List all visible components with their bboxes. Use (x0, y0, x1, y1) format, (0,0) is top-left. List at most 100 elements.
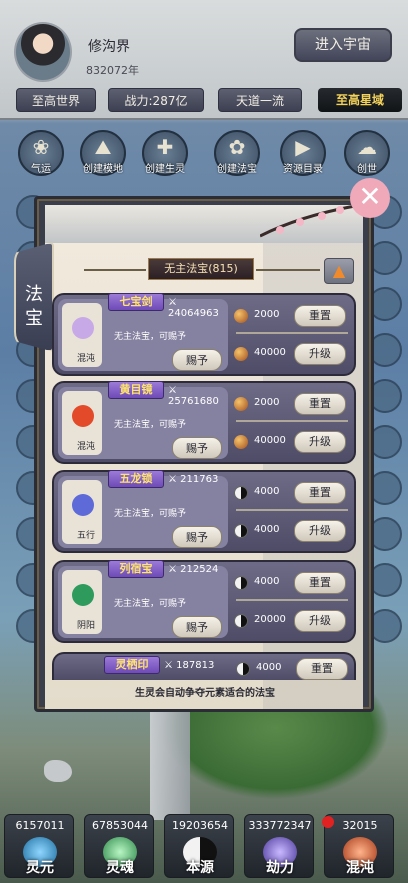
reset-button[interactable]: 重置 (296, 658, 348, 680)
treasure-power: ⚔ 187813 (164, 660, 215, 671)
dao-tag[interactable]: 天道一流 (218, 88, 302, 112)
treasure-description: 无主法宝，可赐予 (114, 420, 187, 430)
treasure-power: ⚔ 25761680 (168, 385, 219, 407)
yinyang-coin-icon (236, 662, 250, 676)
yinyang-coin-icon (234, 524, 248, 538)
reset-button[interactable]: 重置 (294, 572, 346, 594)
panel-footer-hint: 生灵会自动争夺元素适合的法宝 (135, 688, 275, 699)
divider (236, 420, 348, 422)
treasure-card: 混沌 黄目镜 ⚔ 25761680 无主法宝，可赐予 赐予 2000 重置 40… (52, 381, 356, 464)
feature-resources[interactable]: ▶ 资源目录 (280, 130, 326, 176)
treasure-name: 五龙锁 (108, 470, 164, 488)
divider (236, 509, 348, 511)
chaos-coin-icon (234, 347, 248, 361)
reset-cost: 2000 (254, 397, 280, 408)
close-button[interactable]: ✕ (350, 178, 390, 218)
treasure-icon-box: 阴阳 (62, 570, 102, 634)
scroll-top-button[interactable]: ▲ (324, 258, 354, 284)
upgrade-button[interactable]: 升级 (294, 343, 346, 365)
reset-button[interactable]: 重置 (294, 393, 346, 415)
treasure-description: 无主法宝，可赐予 (114, 332, 187, 342)
treasure-description: 无主法宝，可赐予 (114, 599, 187, 609)
treasure-name: 七宝剑 (108, 293, 164, 311)
mountain-icon: ⛰ (94, 135, 112, 159)
reset-button[interactable]: 重置 (294, 482, 346, 504)
treasure-icon-box: 混沌 (62, 391, 102, 455)
upgrade-cost: 40000 (254, 347, 286, 358)
card-actions: 2000 重置 40000 升级 (234, 299, 352, 371)
card-actions: 4000 重置 4000 升级 (234, 476, 352, 548)
card-info: 混沌 黄目镜 ⚔ 25761680 无主法宝，可赐予 赐予 (58, 381, 228, 459)
avatar[interactable] (14, 22, 72, 82)
resource-spirit-yuan[interactable]: 6157011 灵元 (4, 814, 74, 878)
domain-tag[interactable]: 至高星域 (318, 88, 402, 112)
upgrade-button[interactable]: 升级 (294, 431, 346, 453)
upgrade-button[interactable]: 升级 (294, 610, 346, 632)
feature-create-life[interactable]: ✚ 创建生灵 (142, 130, 188, 176)
upgrade-cost: 4000 (254, 524, 280, 535)
reset-cost: 2000 (254, 309, 280, 320)
resource-origin[interactable]: 19203654 本源 (164, 814, 234, 878)
feature-create-land[interactable]: ⛰ 创建模地 (80, 130, 126, 176)
element-label: 混沌 (76, 442, 95, 452)
treasure-card: 五行 五龙锁 ⚔ 211763 无主法宝，可赐予 赐予 4000 重置 4000… (52, 470, 356, 553)
resource-bar: 6157011 灵元 67853044 灵魂 19203654 本源 33377… (0, 814, 408, 883)
chaos-coin-icon (234, 397, 248, 411)
rock (44, 760, 72, 782)
card-info: 混沌 七宝剑 ⚔ 24064963 无主法宝，可赐予 赐予 (58, 293, 228, 371)
treasure-icon-box: 五行 (62, 480, 102, 544)
feature-luck[interactable]: ❀ 气运 (18, 130, 64, 176)
grant-button[interactable]: 赐予 (172, 437, 222, 459)
treasure-card: 灵栖印 ⚔ 187813 4000 重置 (52, 652, 356, 680)
resource-chaos[interactable]: 32015 混沌 (324, 814, 394, 878)
yinyang-coin-icon (234, 614, 248, 628)
treasure-card: 阴阳 列宿宝 ⚔ 212524 无主法宝，可赐予 赐予 4000 重置 2000… (52, 560, 356, 643)
treasure-name: 灵栖印 (104, 656, 160, 674)
notification-dot (322, 816, 334, 828)
divider (236, 332, 348, 334)
divider (236, 599, 348, 601)
treasure-name: 列宿宝 (108, 560, 164, 578)
treasure-description: 无主法宝，可赐予 (114, 509, 187, 519)
treasure-power: ⚔ 24064963 (168, 297, 219, 319)
element-label: 阴阳 (76, 621, 95, 631)
grant-button[interactable]: 赐予 (172, 616, 222, 638)
grant-button[interactable]: 赐予 (172, 349, 222, 371)
panel-title: 无主法宝(815) (148, 258, 254, 280)
element-label: 混沌 (76, 354, 95, 364)
right-side-icons (368, 195, 408, 655)
treasure-staff-icon (72, 584, 94, 606)
reset-button[interactable]: 重置 (294, 305, 346, 327)
dragon-icon (72, 405, 94, 427)
power-tag[interactable]: 战力:287亿 (108, 88, 204, 112)
feature-icon-row: ❀ 气运 ⛰ 创建模地 ✚ 创建生灵 ✿ 创建法宝 ▶ 资源目录 ☁ 创世 (18, 130, 398, 188)
upgrade-cost: 40000 (254, 435, 286, 446)
chaos-coin-icon (234, 309, 248, 323)
card-info: 阴阳 列宿宝 ⚔ 212524 无主法宝，可赐予 赐予 (58, 560, 228, 638)
stone-pillar (150, 700, 190, 820)
treasure-card: 混沌 七宝剑 ⚔ 24064963 无主法宝，可赐予 赐予 2000 重置 40… (52, 293, 356, 376)
enter-universe-button[interactable]: 进入宇宙 (294, 28, 392, 62)
resource-soul[interactable]: 67853044 灵魂 (84, 814, 154, 878)
player-id: 832072年 (86, 64, 139, 77)
title-divider-right (256, 269, 320, 271)
feature-creation[interactable]: ☁ 创世 (344, 130, 390, 176)
cloud-icon: ☁ (357, 135, 377, 159)
side-tab-treasure[interactable]: 法宝 (14, 242, 54, 352)
grant-button[interactable]: 赐予 (172, 526, 222, 548)
upgrade-button[interactable]: 升级 (294, 520, 346, 542)
card-info: 五行 五龙锁 ⚔ 211763 无主法宝，可赐予 赐予 (58, 470, 228, 548)
create-life-icon: ✚ (156, 135, 174, 159)
feature-create-treasure[interactable]: ✿ 创建法宝 (214, 130, 260, 176)
resource-tribulation[interactable]: 333772347 劫力 (244, 814, 314, 878)
card-actions: 2000 重置 40000 升级 (234, 387, 352, 459)
player-name: 修沟界 (88, 39, 130, 55)
yinyang-coin-icon (234, 576, 248, 590)
yinyang-coin-icon (234, 486, 248, 500)
reset-cost: 4000 (256, 662, 282, 673)
reset-cost: 4000 (254, 576, 280, 587)
lotus-icon: ✿ (228, 135, 246, 159)
world-tag[interactable]: 至高世界 (16, 88, 96, 112)
card-actions: 4000 重置 20000 升级 (234, 566, 352, 638)
arrow-up-icon: ▲ (332, 261, 346, 280)
